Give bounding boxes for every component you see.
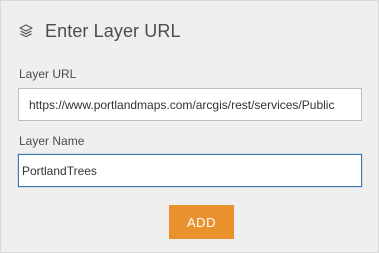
add-button[interactable]: ADD [169,205,234,239]
layer-name-input[interactable] [18,154,362,187]
layer-name-label: Layer Name [19,134,85,148]
layers-icon [18,23,34,39]
add-layer-panel: Enter Layer URL Layer URL Layer Name ADD [0,0,379,253]
layer-url-label: Layer URL [19,67,77,81]
layer-url-input[interactable] [18,88,362,121]
panel-title: Enter Layer URL [45,20,181,41]
panel-header: Enter Layer URL [18,19,181,43]
